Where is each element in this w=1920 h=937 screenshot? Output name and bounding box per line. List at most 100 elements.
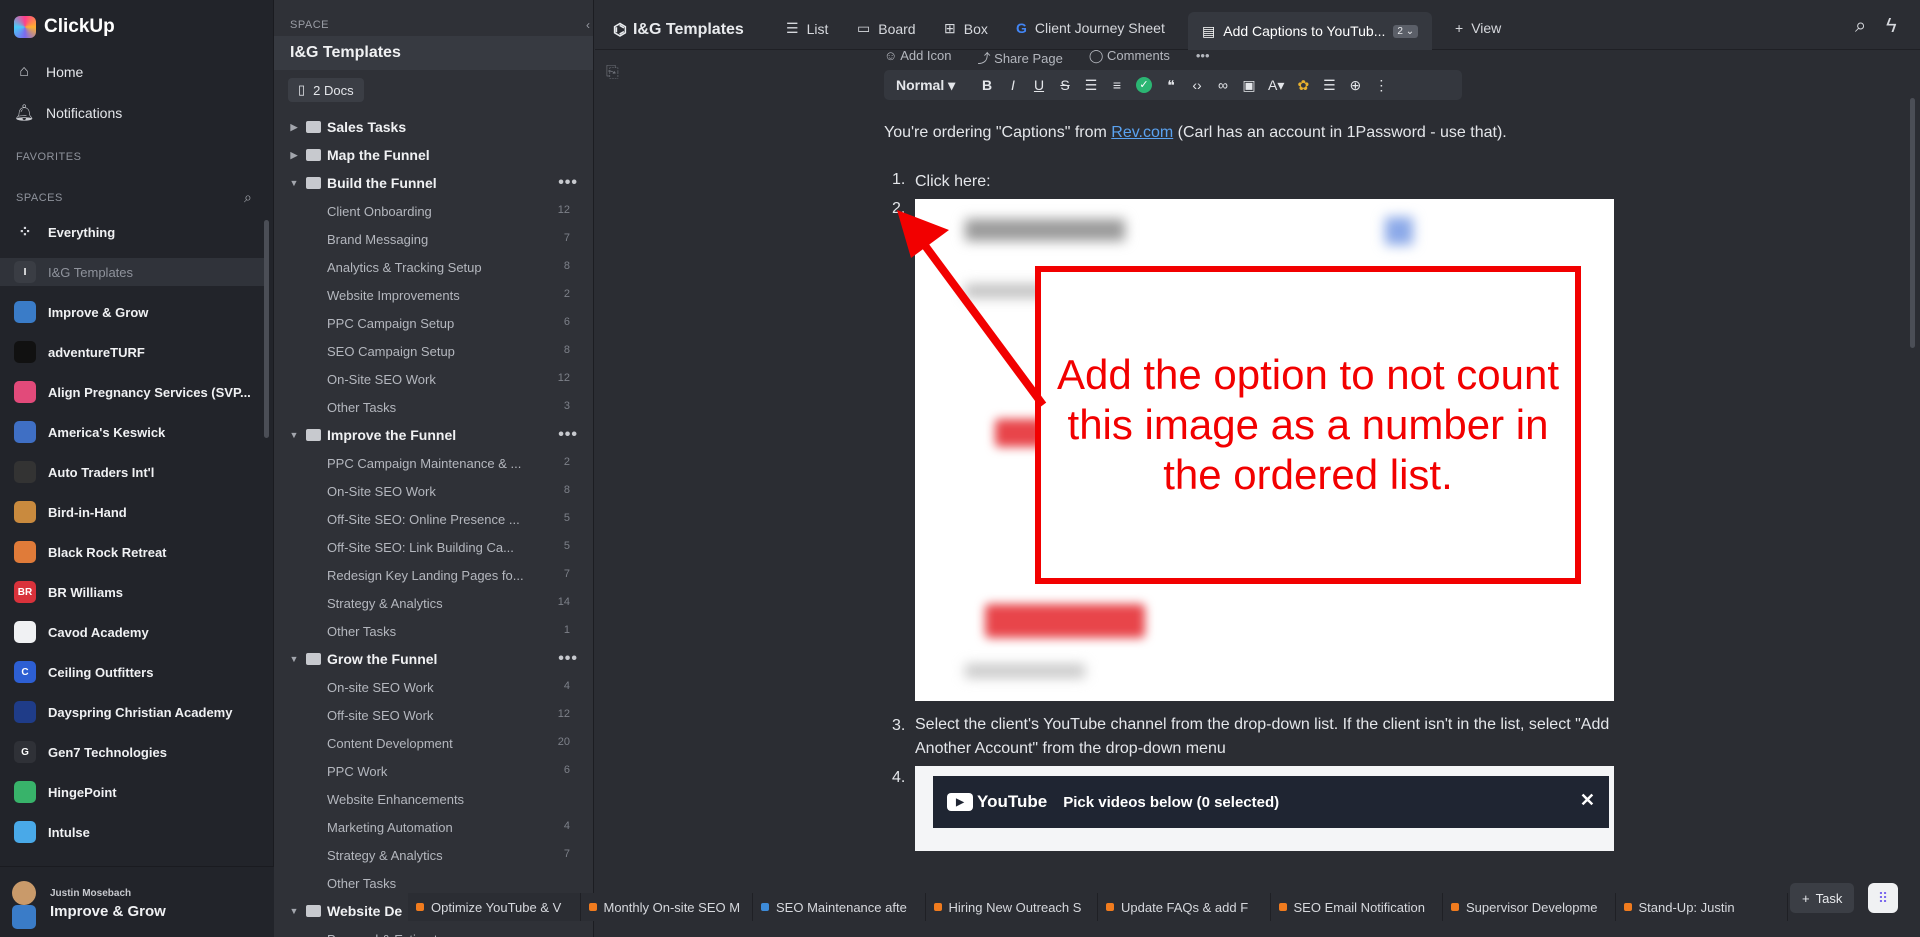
comments-button[interactable]: ◯ Comments <box>1089 48 1170 67</box>
strikethrough-icon[interactable]: S <box>1058 77 1072 93</box>
link-icon[interactable]: ∞ <box>1216 77 1230 93</box>
text-color-icon[interactable]: A▾ <box>1268 77 1284 94</box>
underline-icon[interactable]: U <box>1032 77 1046 93</box>
space-label: I&G Templates <box>48 264 134 280</box>
share-page-button[interactable]: ⤴ Share Page <box>978 48 1063 67</box>
collapse-sidebar-icon[interactable]: ‹ <box>586 18 590 32</box>
checklist-icon[interactable]: ✓ <box>1136 77 1152 93</box>
add-icon-button[interactable]: ☺ Add Icon <box>884 48 952 67</box>
caret-down-icon[interactable]: ▼ <box>288 654 300 664</box>
folder-item[interactable]: ▶ Sales Tasks <box>288 115 588 139</box>
favorites-label[interactable]: FAVORITES <box>16 151 81 163</box>
page-icon[interactable]: ⎘ <box>606 64 619 82</box>
list-label: PPC Campaign Maintenance & ... <box>327 455 522 471</box>
task-count: 14 <box>557 596 570 608</box>
rev-link[interactable]: Rev.com <box>1111 124 1173 141</box>
caret-right-icon[interactable]: ▶ <box>288 122 300 133</box>
bullet-list-icon[interactable]: ☰ <box>1084 77 1098 94</box>
list-number: 4. <box>892 769 906 786</box>
tray-task[interactable]: SEO Email Notification <box>1270 893 1443 921</box>
list-item[interactable]: Website Enhancements <box>327 787 593 811</box>
nav-home[interactable]: ⌂ Home <box>14 63 83 81</box>
user-footer[interactable]: Justin Mosebach Improve & Grow <box>0 866 274 937</box>
folder-item[interactable]: ▼ Improve the Funnel ••• <box>288 423 588 447</box>
space-item[interactable]: HingePoint <box>14 778 264 806</box>
tab-list[interactable]: ☰ List <box>786 20 828 37</box>
caret-down-icon[interactable]: ▼ <box>288 178 300 188</box>
space-item[interactable]: Improve & Grow <box>14 298 264 326</box>
tray-task[interactable]: Update FAQs & add F <box>1098 893 1271 921</box>
quote-icon[interactable]: ❝ <box>1164 77 1178 94</box>
space-item[interactable]: I I&G Templates <box>0 258 264 286</box>
space-item[interactable]: Black Rock Retreat <box>14 538 264 566</box>
tab-client-journey[interactable]: G Client Journey Sheet <box>1016 20 1165 36</box>
tree-title[interactable]: I&G Templates <box>290 44 401 62</box>
folder-label: Grow the Funnel <box>327 651 438 667</box>
tab-add-captions[interactable]: ▤ Add Captions to YouTub... 2 ⌄ <box>1188 12 1433 50</box>
more-icon[interactable]: ••• <box>558 426 578 444</box>
add-view-button[interactable]: + View <box>1455 20 1501 36</box>
caret-down-icon[interactable]: ▼ <box>288 906 300 916</box>
tray-task[interactable]: Optimize YouTube & V <box>408 893 581 921</box>
folder-item[interactable]: ▼ Grow the Funnel ••• <box>288 647 588 671</box>
italic-icon[interactable]: I <box>1006 77 1020 93</box>
search-icon[interactable]: ⌕ <box>1855 15 1866 38</box>
space-item[interactable]: C Ceiling Outfitters <box>14 658 264 686</box>
apps-icon[interactable]: ⠿ <box>1868 883 1898 913</box>
space-item[interactable]: Dayspring Christian Academy <box>14 698 264 726</box>
code-icon[interactable]: ‹› <box>1190 77 1204 93</box>
tab-badge: 2 ⌄ <box>1393 24 1419 38</box>
tab-box[interactable]: ⊞ Box <box>944 20 988 37</box>
caret-down-icon[interactable]: ▼ <box>288 430 300 440</box>
space-item[interactable]: Auto Traders Int'l <box>14 458 264 486</box>
search-icon[interactable]: ⌕ <box>244 189 252 206</box>
caret-right-icon[interactable]: ▶ <box>288 150 300 161</box>
align-icon[interactable]: ☰ <box>1322 77 1336 94</box>
space-item[interactable]: America's Keswick <box>14 418 264 446</box>
task-count: 8 <box>563 484 570 496</box>
space-item[interactable]: Align Pregnancy Services (SVP... <box>14 378 264 406</box>
docs-label: 2 Docs <box>313 82 354 98</box>
lightning-icon[interactable]: ϟ <box>1886 15 1897 38</box>
space-item[interactable]: G Gen7 Technologies <box>14 738 264 766</box>
youtube-screenshot[interactable]: ▶ YouTube Pick videos below (0 selected)… <box>915 766 1614 851</box>
more-icon[interactable]: ••• <box>558 174 578 192</box>
main-scrollbar[interactable] <box>1910 98 1915 348</box>
space-item[interactable]: ⁘ Everything <box>14 218 264 246</box>
tray-task[interactable]: SEO Maintenance afte <box>753 893 926 921</box>
tray-task-label: Update FAQs & add F <box>1121 899 1249 915</box>
board-icon: ▭ <box>857 20 871 36</box>
space-item[interactable]: BR BR Williams <box>14 578 264 606</box>
more-vertical-icon[interactable]: ⋮ <box>1374 77 1388 94</box>
space-item[interactable]: Bird-in-Hand <box>14 498 264 526</box>
add-block-icon[interactable]: ⊕ <box>1348 77 1362 94</box>
folder-item[interactable]: ▼ Build the Funnel ••• <box>288 171 588 195</box>
style-select[interactable]: Normal ▾ <box>896 77 968 94</box>
space-item[interactable]: Cavod Academy <box>14 618 264 646</box>
tray-task[interactable]: Monthly On-site SEO M <box>580 893 753 921</box>
breadcrumb[interactable]: ⌬ I&G Templates <box>613 20 744 40</box>
new-task-button[interactable]: + Task <box>1790 883 1855 913</box>
more-icon[interactable]: ••• <box>558 650 578 668</box>
list-item[interactable]: Proposal & Estimate <box>327 927 593 937</box>
task-count: 20 <box>557 736 570 748</box>
space-item[interactable]: adventureTURF <box>14 338 264 366</box>
docs-pill[interactable]: ▯ 2 Docs <box>288 78 364 102</box>
list-number: 3. <box>892 717 906 734</box>
clickup-logo[interactable]: ClickUp <box>14 16 115 38</box>
space-item[interactable]: Intulse <box>14 818 264 846</box>
more-icon[interactable]: ••• <box>1196 48 1210 67</box>
nav-notifications[interactable]: 🔔︎ Notifications <box>14 103 122 123</box>
list-item[interactable]: Other Tasks <box>327 871 593 895</box>
color-palette-icon[interactable]: ✿ <box>1296 77 1310 94</box>
blurred-icon <box>1385 217 1413 245</box>
bold-icon[interactable]: B <box>980 77 994 93</box>
numbered-list-icon[interactable]: ≡ <box>1110 77 1124 93</box>
embed-icon[interactable]: ▣ <box>1242 77 1256 94</box>
rail-scrollbar[interactable] <box>264 220 269 438</box>
folder-item[interactable]: ▶ Map the Funnel <box>288 143 588 167</box>
tray-task[interactable]: Supervisor Developme <box>1443 893 1616 921</box>
tab-board[interactable]: ▭ Board <box>857 20 916 37</box>
tray-task[interactable]: Hiring New Outreach S <box>925 893 1098 921</box>
tray-task[interactable]: Stand-Up: Justin <box>1615 893 1788 921</box>
